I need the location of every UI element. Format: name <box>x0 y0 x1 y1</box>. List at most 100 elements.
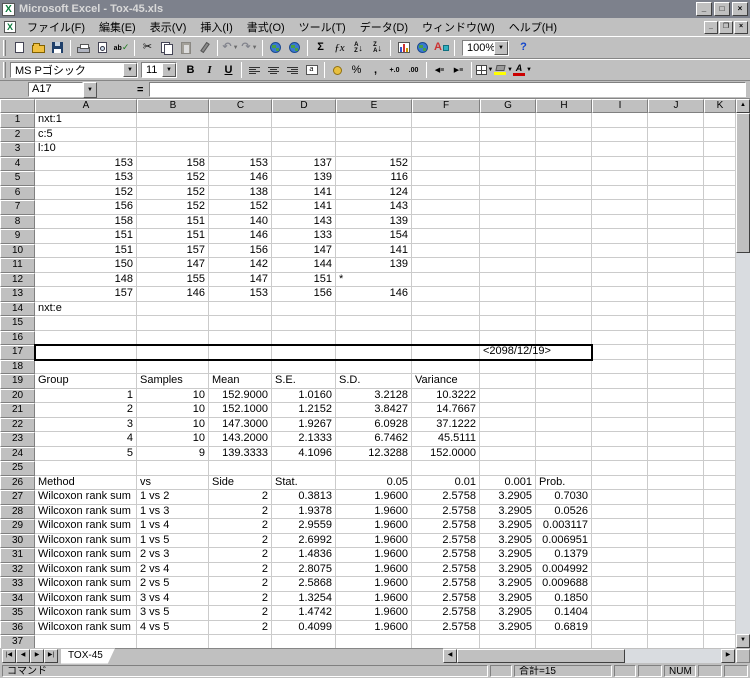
cell-F34[interactable]: 2.5758 <box>412 592 480 607</box>
cell-F37[interactable] <box>412 635 480 648</box>
new-button[interactable] <box>10 39 29 57</box>
cell-C31[interactable]: 2 <box>209 548 272 563</box>
cell-I17[interactable] <box>592 345 648 360</box>
cell-H32[interactable]: 0.004992 <box>536 563 592 578</box>
cell-K28[interactable] <box>704 505 736 520</box>
cell-A6[interactable]: 152 <box>35 186 137 201</box>
autosum-button[interactable]: Σ <box>311 39 330 57</box>
cell-B28[interactable]: 1 vs 3 <box>137 505 209 520</box>
row-header-3[interactable]: 3 <box>0 142 35 157</box>
cell-K37[interactable] <box>704 635 736 648</box>
cell-G30[interactable]: 3.2905 <box>480 534 536 549</box>
zoom-combobox[interactable]: 100% ▼ <box>462 40 509 56</box>
cell-F30[interactable]: 2.5758 <box>412 534 480 549</box>
cell-G16[interactable] <box>480 331 536 346</box>
row-header-35[interactable]: 35 <box>0 606 35 621</box>
cell-F5[interactable] <box>412 171 480 186</box>
cell-F12[interactable] <box>412 273 480 288</box>
cell-G29[interactable]: 3.2905 <box>480 519 536 534</box>
cell-B16[interactable] <box>137 331 209 346</box>
cell-F27[interactable]: 2.5758 <box>412 490 480 505</box>
cell-F21[interactable]: 14.7667 <box>412 403 480 418</box>
cell-I12[interactable] <box>592 273 648 288</box>
cell-I24[interactable] <box>592 447 648 462</box>
cell-F6[interactable] <box>412 186 480 201</box>
cell-F22[interactable]: 37.1222 <box>412 418 480 433</box>
cell-I36[interactable] <box>592 621 648 636</box>
cell-G27[interactable]: 3.2905 <box>480 490 536 505</box>
cell-F11[interactable] <box>412 258 480 273</box>
cell-H5[interactable] <box>536 171 592 186</box>
cell-E28[interactable]: 1.9600 <box>336 505 412 520</box>
cell-I23[interactable] <box>592 432 648 447</box>
cell-I2[interactable] <box>592 128 648 143</box>
vertical-scroll-thumb[interactable] <box>736 113 750 253</box>
row-header-10[interactable]: 10 <box>0 244 35 259</box>
cell-C33[interactable]: 2 <box>209 577 272 592</box>
cell-B10[interactable]: 157 <box>137 244 209 259</box>
cell-H9[interactable] <box>536 229 592 244</box>
cell-J32[interactable] <box>648 563 704 578</box>
row-header-23[interactable]: 23 <box>0 432 35 447</box>
cell-H25[interactable] <box>536 461 592 476</box>
cell-D35[interactable]: 1.4742 <box>272 606 336 621</box>
cell-K20[interactable] <box>704 389 736 404</box>
cell-E11[interactable]: 139 <box>336 258 412 273</box>
cell-A12[interactable]: 148 <box>35 273 137 288</box>
cell-J21[interactable] <box>648 403 704 418</box>
cell-H19[interactable] <box>536 374 592 389</box>
row-header-4[interactable]: 4 <box>0 157 35 172</box>
sort-descending-button[interactable]: ZA↓ <box>368 39 387 57</box>
cell-K32[interactable] <box>704 563 736 578</box>
cell-C13[interactable]: 153 <box>209 287 272 302</box>
cell-I5[interactable] <box>592 171 648 186</box>
cell-G11[interactable] <box>480 258 536 273</box>
row-header-15[interactable]: 15 <box>0 316 35 331</box>
cell-G21[interactable] <box>480 403 536 418</box>
cell-I20[interactable] <box>592 389 648 404</box>
cell-C28[interactable]: 2 <box>209 505 272 520</box>
cell-K5[interactable] <box>704 171 736 186</box>
cell-E17[interactable] <box>336 345 412 360</box>
cell-G37[interactable] <box>480 635 536 648</box>
cell-D33[interactable]: 2.5868 <box>272 577 336 592</box>
menu-data[interactable]: データ(D) <box>353 17 415 37</box>
column-header-F[interactable]: F <box>412 99 480 113</box>
row-header-29[interactable]: 29 <box>0 519 35 534</box>
cell-G24[interactable] <box>480 447 536 462</box>
cell-H17[interactable] <box>536 345 592 360</box>
cell-H10[interactable] <box>536 244 592 259</box>
name-box[interactable]: A17 <box>28 82 83 97</box>
italic-button[interactable]: I <box>200 61 219 79</box>
cell-J33[interactable] <box>648 577 704 592</box>
cell-B3[interactable] <box>137 142 209 157</box>
cell-I25[interactable] <box>592 461 648 476</box>
paste-function-button[interactable]: ƒx <box>330 39 349 57</box>
cell-J37[interactable] <box>648 635 704 648</box>
menu-view[interactable]: 表示(V) <box>143 17 194 37</box>
cell-I34[interactable] <box>592 592 648 607</box>
cell-C27[interactable]: 2 <box>209 490 272 505</box>
cell-D17[interactable] <box>272 345 336 360</box>
cell-J22[interactable] <box>648 418 704 433</box>
cell-C34[interactable]: 2 <box>209 592 272 607</box>
column-header-C[interactable]: C <box>209 99 272 113</box>
cell-D7[interactable]: 141 <box>272 200 336 215</box>
cell-B5[interactable]: 152 <box>137 171 209 186</box>
cell-E21[interactable]: 3.8427 <box>336 403 412 418</box>
cell-E14[interactable] <box>336 302 412 317</box>
cell-G31[interactable]: 3.2905 <box>480 548 536 563</box>
cell-H34[interactable]: 0.1850 <box>536 592 592 607</box>
cell-J31[interactable] <box>648 548 704 563</box>
row-header-31[interactable]: 31 <box>0 548 35 563</box>
cell-I18[interactable] <box>592 360 648 375</box>
cell-E15[interactable] <box>336 316 412 331</box>
currency-button[interactable] <box>328 61 347 79</box>
cell-A24[interactable]: 5 <box>35 447 137 462</box>
cell-C25[interactable] <box>209 461 272 476</box>
spelling-button[interactable]: ab✓ <box>112 39 131 57</box>
cell-H31[interactable]: 0.1379 <box>536 548 592 563</box>
cell-B18[interactable] <box>137 360 209 375</box>
cell-B33[interactable]: 2 vs 5 <box>137 577 209 592</box>
cell-F36[interactable]: 2.5758 <box>412 621 480 636</box>
